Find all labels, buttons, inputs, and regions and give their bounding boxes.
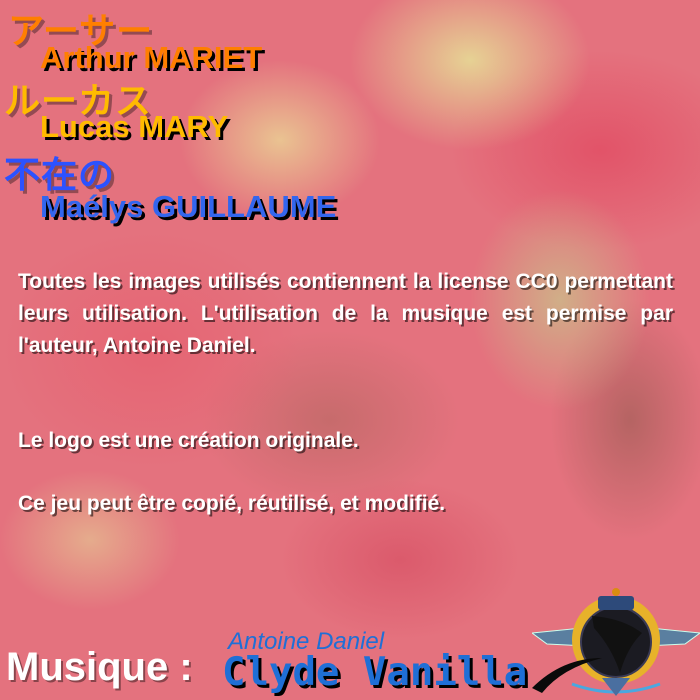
credit-name-2: Lucas MARY [40,109,229,144]
credit-name-3: Maélys GUILLAUME [40,189,337,224]
winged-emblem-logo-icon [532,588,700,696]
license-paragraph: Toutes les images utilisés contiennent l… [18,270,673,357]
credit-name-1: Arthur MARIET [40,40,263,75]
music-title: Clyde Vanilla [222,650,528,695]
logo-paragraph: Le logo est une création originale. [18,429,359,452]
music-label: Musique : [6,645,193,689]
reuse-paragraph: Ce jeu peut être copié, réutilisé, et mo… [18,492,446,515]
